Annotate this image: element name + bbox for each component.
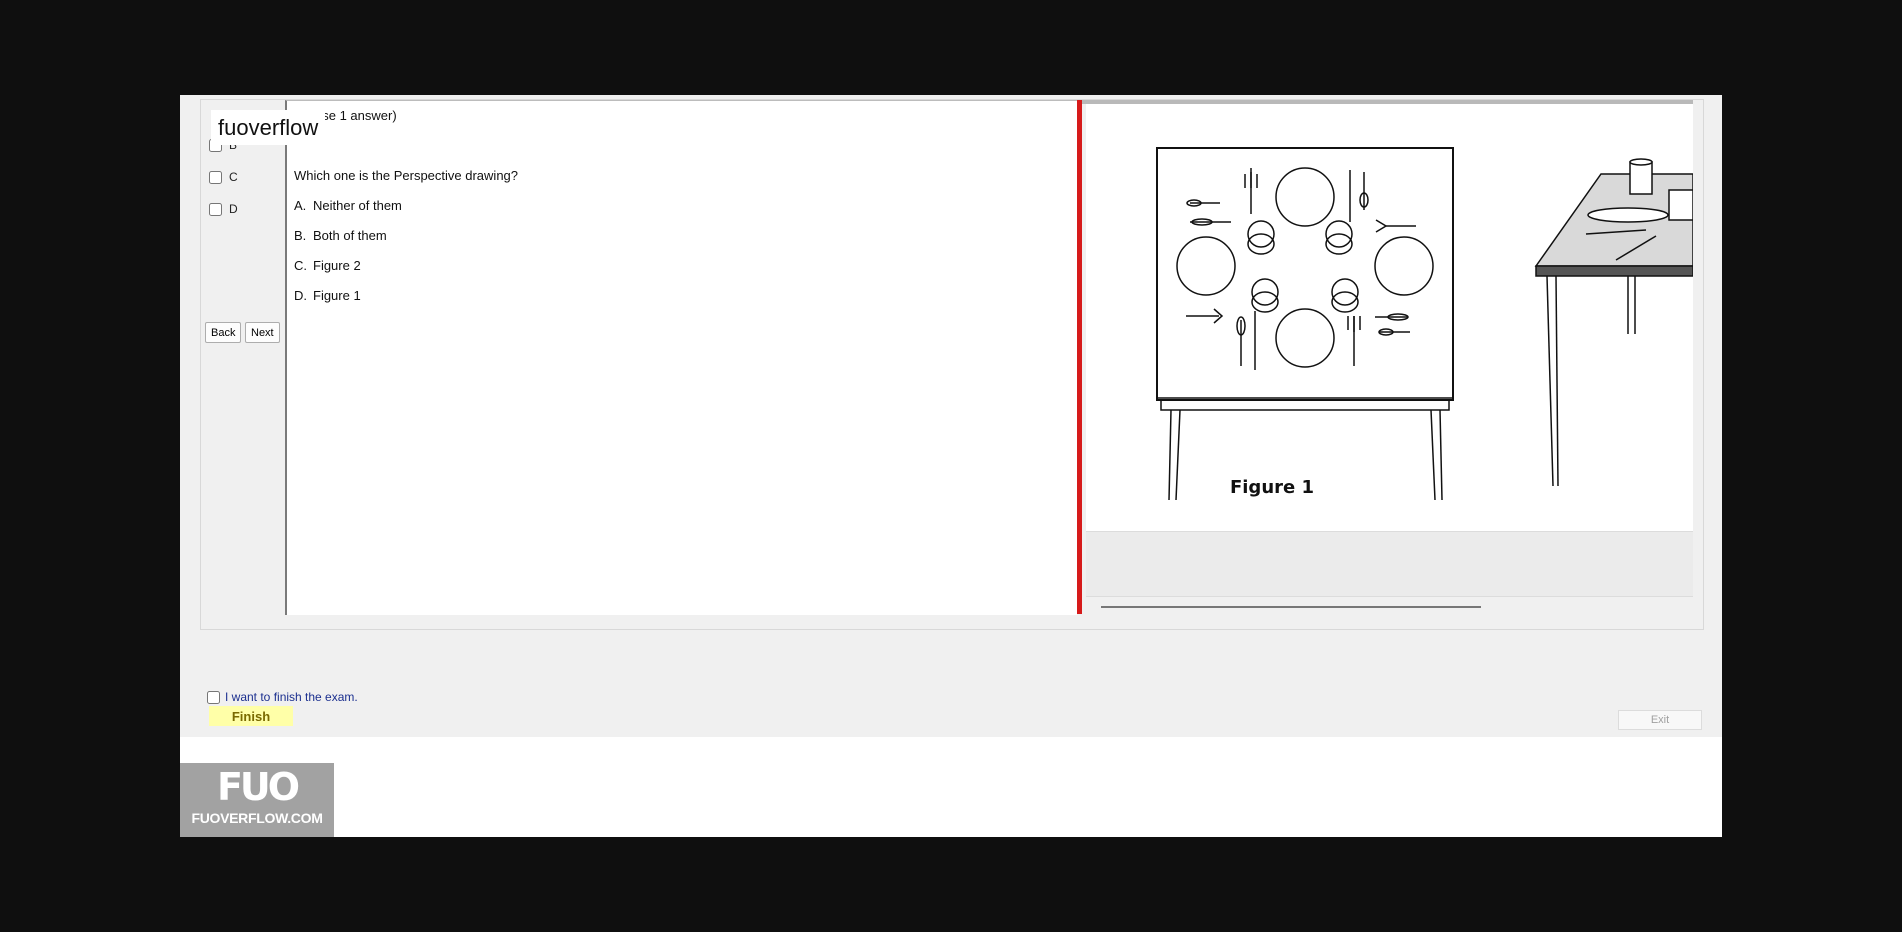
exam-frame: B C D Back Next ose 1 answer) Which one … (200, 99, 1704, 630)
bottom-strip (180, 737, 1722, 837)
answer-checkbox-c[interactable] (209, 170, 222, 184)
finish-button[interactable]: Finish (209, 706, 293, 726)
finish-confirm[interactable]: I want to finish the exam. (207, 690, 358, 704)
answer-checkbox-d[interactable] (209, 202, 222, 216)
choice-d: D. Figure 1 (294, 288, 361, 303)
exam-window: B C D Back Next ose 1 answer) Which one … (180, 95, 1722, 837)
logo-site: FUOVERFLOW.COM (191, 810, 323, 826)
answer-option-c[interactable]: C (209, 170, 238, 184)
answer-label-c: C (229, 170, 238, 184)
choice-letter: A. (294, 198, 307, 213)
question-instruction: ose 1 answer) (315, 108, 397, 123)
horizontal-scrollbar[interactable] (1101, 606, 1481, 608)
exit-button[interactable]: Exit (1618, 710, 1702, 730)
choice-b: B. Both of them (294, 228, 387, 243)
figure-1-drawing (1156, 147, 1454, 501)
finish-confirm-checkbox[interactable] (207, 690, 220, 704)
choice-letter: D. (294, 288, 307, 303)
figure-pane: Figure 1 (1082, 100, 1693, 614)
question-pane: ose 1 answer) Which one is the Perspecti… (285, 100, 1077, 615)
answer-option-d[interactable]: D (209, 202, 238, 216)
choice-text: Figure 1 (313, 288, 361, 303)
choice-text: Neither of them (313, 198, 402, 213)
finish-confirm-label: I want to finish the exam. (225, 690, 358, 704)
answer-label-d: D (229, 202, 238, 216)
figure-2-drawing (1534, 158, 1693, 487)
site-logo: FUO FUOVERFLOW.COM (180, 763, 334, 837)
choice-c: C. Figure 2 (294, 258, 361, 273)
logo-mark: FUO (216, 765, 300, 809)
answer-column: B C D Back Next (201, 100, 285, 629)
choice-text: Figure 2 (313, 258, 361, 273)
question-text: Which one is the Perspective drawing? (294, 168, 519, 183)
choice-letter: C. (294, 258, 307, 273)
next-button[interactable]: Next (245, 322, 280, 343)
figure-pane-footer (1086, 531, 1693, 597)
back-button[interactable]: Back (205, 322, 242, 343)
choice-letter: B. (294, 228, 307, 243)
figure-1-caption: Figure 1 (1230, 477, 1314, 498)
figure-image: Figure 1 (1086, 104, 1693, 531)
watermark-text: fuoverflow (211, 110, 326, 145)
choice-text: Both of them (313, 228, 387, 243)
choice-a: A. Neither of them (294, 198, 402, 213)
table-drawings: Figure 1 (1156, 147, 1693, 501)
